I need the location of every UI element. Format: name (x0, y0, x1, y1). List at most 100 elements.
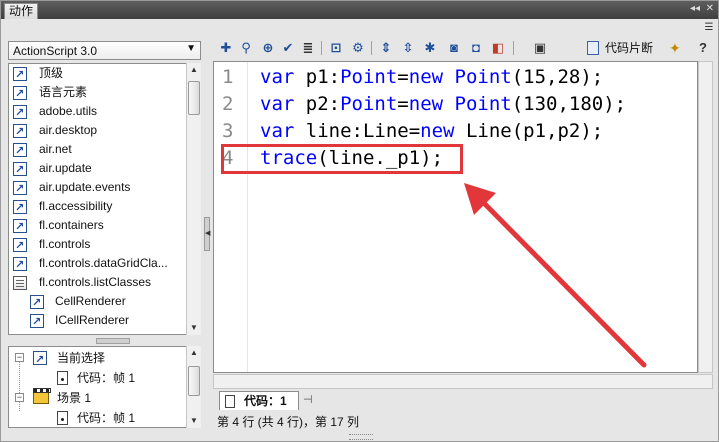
code-line[interactable]: 4 trace(line._p1); (214, 145, 694, 172)
navigator-label: 代码：帧 1 (77, 371, 136, 385)
code-editor[interactable]: 1 var p1:Point=new Point(15,28); 2 var p2:P… (213, 61, 698, 373)
resize-grip[interactable] (349, 434, 373, 440)
collapse-left-pane-icon[interactable]: ◀ (204, 217, 210, 251)
code-token: = (397, 66, 409, 88)
insert-target-path-icon[interactable]: ⊕ (259, 39, 277, 57)
scroll-down-icon[interactable]: ▼ (187, 414, 201, 428)
line-number: 3 (222, 120, 234, 142)
pin-script-icon[interactable]: ⊣ (303, 393, 317, 407)
toolbox-item[interactable]: 语言元素 (9, 83, 185, 104)
book-icon (13, 237, 27, 256)
movieclip-icon (33, 350, 47, 370)
toolbox-scrollbar[interactable]: ▲ ▼ (186, 63, 201, 335)
scroll-down-icon[interactable]: ▼ (187, 321, 201, 335)
left-pane-splitter[interactable] (8, 337, 201, 345)
code-token: new (420, 120, 455, 142)
code-token: Line(p1,p2); (454, 120, 604, 142)
toolbox-item[interactable]: fl.accessibility (9, 197, 185, 218)
toolbox-item[interactable]: air.net (9, 140, 185, 161)
toolbox-item-label: air.desktop (39, 123, 98, 137)
toolbox-item-label: fl.containers (39, 218, 104, 232)
code-token: new (408, 93, 444, 115)
code-token: = (397, 93, 409, 115)
code-token: (line._p1); (317, 147, 444, 169)
script-navigator[interactable]: − 当前选择 代码：帧 1 − 场景 1 代码：帧 1 (8, 346, 201, 428)
code-token: Point (454, 93, 512, 115)
code-token: var (260, 66, 295, 88)
navigator-scrollbar[interactable]: ▲ ▼ (186, 346, 201, 428)
code-line[interactable]: 3 var line:Line=new Line(p1,p2); (214, 118, 694, 145)
toolbox-item[interactable]: fl.controls (9, 235, 185, 256)
collapse-toggle-icon[interactable]: − (15, 353, 24, 362)
collapse-between-braces-icon[interactable]: ⇕ (377, 39, 395, 57)
collapse-selection-icon[interactable]: ⇳ (399, 39, 417, 57)
auto-format-icon[interactable]: ≣ (299, 39, 317, 57)
code-text: var p1:Point=new Point(15,28); (260, 64, 603, 91)
collapse-icon[interactable]: ◂◂ (690, 1, 700, 17)
tab-code-frame-1[interactable]: 代码：1 (219, 391, 299, 410)
collapse-toggle-icon[interactable]: − (15, 393, 24, 402)
book-icon (13, 123, 27, 142)
check-syntax-icon[interactable]: ✔ (279, 39, 297, 57)
code-line[interactable]: 1 var p1:Point=new Point(15,28); (214, 64, 694, 91)
actions-toolbox-tree[interactable]: 顶级语言元素 adobe.utils air.desktop air.net air.u… (8, 63, 201, 335)
script-assist-wand-icon[interactable]: ✦ (669, 39, 689, 57)
close-icon[interactable]: ✕ (706, 1, 714, 17)
toolbox-item[interactable]: fl.controls.dataGridCla... (9, 254, 185, 275)
help-button[interactable]: ? (693, 39, 713, 57)
toolbox-item[interactable]: fl.controls.listClasses (9, 273, 185, 292)
apply-line-comment-icon[interactable]: ◘ (467, 39, 485, 57)
toolbox-item-label: fl.controls.listClasses (39, 275, 152, 289)
code-token: line:Line= (294, 120, 421, 142)
book-icon (30, 294, 44, 313)
toolbox-item[interactable]: air.update (9, 159, 185, 180)
navigator-scroll-thumb[interactable] (188, 366, 200, 396)
scroll-up-icon[interactable]: ▲ (187, 63, 201, 77)
navigator-row-frame-code[interactable]: 代码：帧 1 (9, 368, 185, 388)
navigator-row-scene-1[interactable]: − 场景 1 (9, 388, 185, 408)
code-snippets-button[interactable]: 代码片断 (587, 39, 667, 57)
splitter-grip[interactable] (96, 338, 130, 344)
toolbox-item[interactable]: ICellRenderer (9, 311, 185, 332)
tab-actions[interactable]: 动作 (4, 3, 38, 19)
toolbox-item[interactable]: air.desktop (9, 121, 185, 142)
navigator-row-frame-code[interactable]: 代码：帧 1 (9, 408, 185, 427)
find-icon[interactable]: ⚲ (237, 39, 255, 57)
scroll-up-icon[interactable]: ▲ (187, 346, 201, 360)
code-snippets-label: 代码片断 (605, 41, 654, 55)
code-token: (15,28); (511, 66, 604, 88)
pane-divider[interactable]: ◀ (203, 37, 211, 429)
code-token: trace (260, 147, 318, 169)
language-select[interactable]: ActionScript 3.0 ▼ (8, 41, 201, 60)
panel-menu-icon[interactable]: ☰ (702, 21, 716, 35)
code-line[interactable]: 2 var p2:Point=new Point(130,180); (214, 91, 694, 118)
book-icon (13, 85, 27, 104)
scene-clapper-icon (33, 388, 51, 404)
line-number: 4 (222, 147, 234, 169)
editor-horizontal-scrollbar[interactable] (213, 374, 713, 389)
navigator-row-current-selection[interactable]: − 当前选择 (9, 348, 185, 370)
toolbox-item[interactable]: fl.containers (9, 216, 185, 237)
apply-block-comment-icon[interactable]: ◙ (445, 39, 463, 57)
toolbox-scroll-thumb[interactable] (188, 81, 200, 115)
toolbox-item[interactable]: adobe.utils (9, 102, 185, 123)
status-line-column: 第 4 行 (共 4 行)，第 17 列 (217, 415, 360, 429)
code-hint-icon[interactable]: ⊡ (327, 39, 345, 57)
debug-options-icon[interactable]: ⚙ (349, 39, 367, 57)
code-token: Point (340, 93, 398, 115)
toolbox-item[interactable]: 顶级 (9, 64, 185, 85)
toolbox-item-label: air.update (39, 161, 92, 175)
add-item-icon[interactable]: ✚ (217, 39, 235, 57)
frame-script-icon (225, 395, 235, 408)
toolbox-item[interactable]: air.update.events (9, 178, 185, 199)
toolbox-item-label: adobe.utils (39, 104, 98, 118)
show-hide-toolbox-icon[interactable]: ▣ (531, 39, 549, 57)
toolbox-item-label: fl.controls (39, 237, 91, 251)
toolbox-item[interactable]: CellRenderer (9, 292, 185, 313)
remove-comment-icon[interactable]: ◧ (489, 39, 507, 57)
frame-script-icon (57, 371, 68, 385)
expand-all-icon[interactable]: ✱ (421, 39, 439, 57)
toolbox-item-label: ICellRenderer (55, 313, 130, 327)
editor-vertical-scrollbar[interactable] (698, 61, 713, 373)
